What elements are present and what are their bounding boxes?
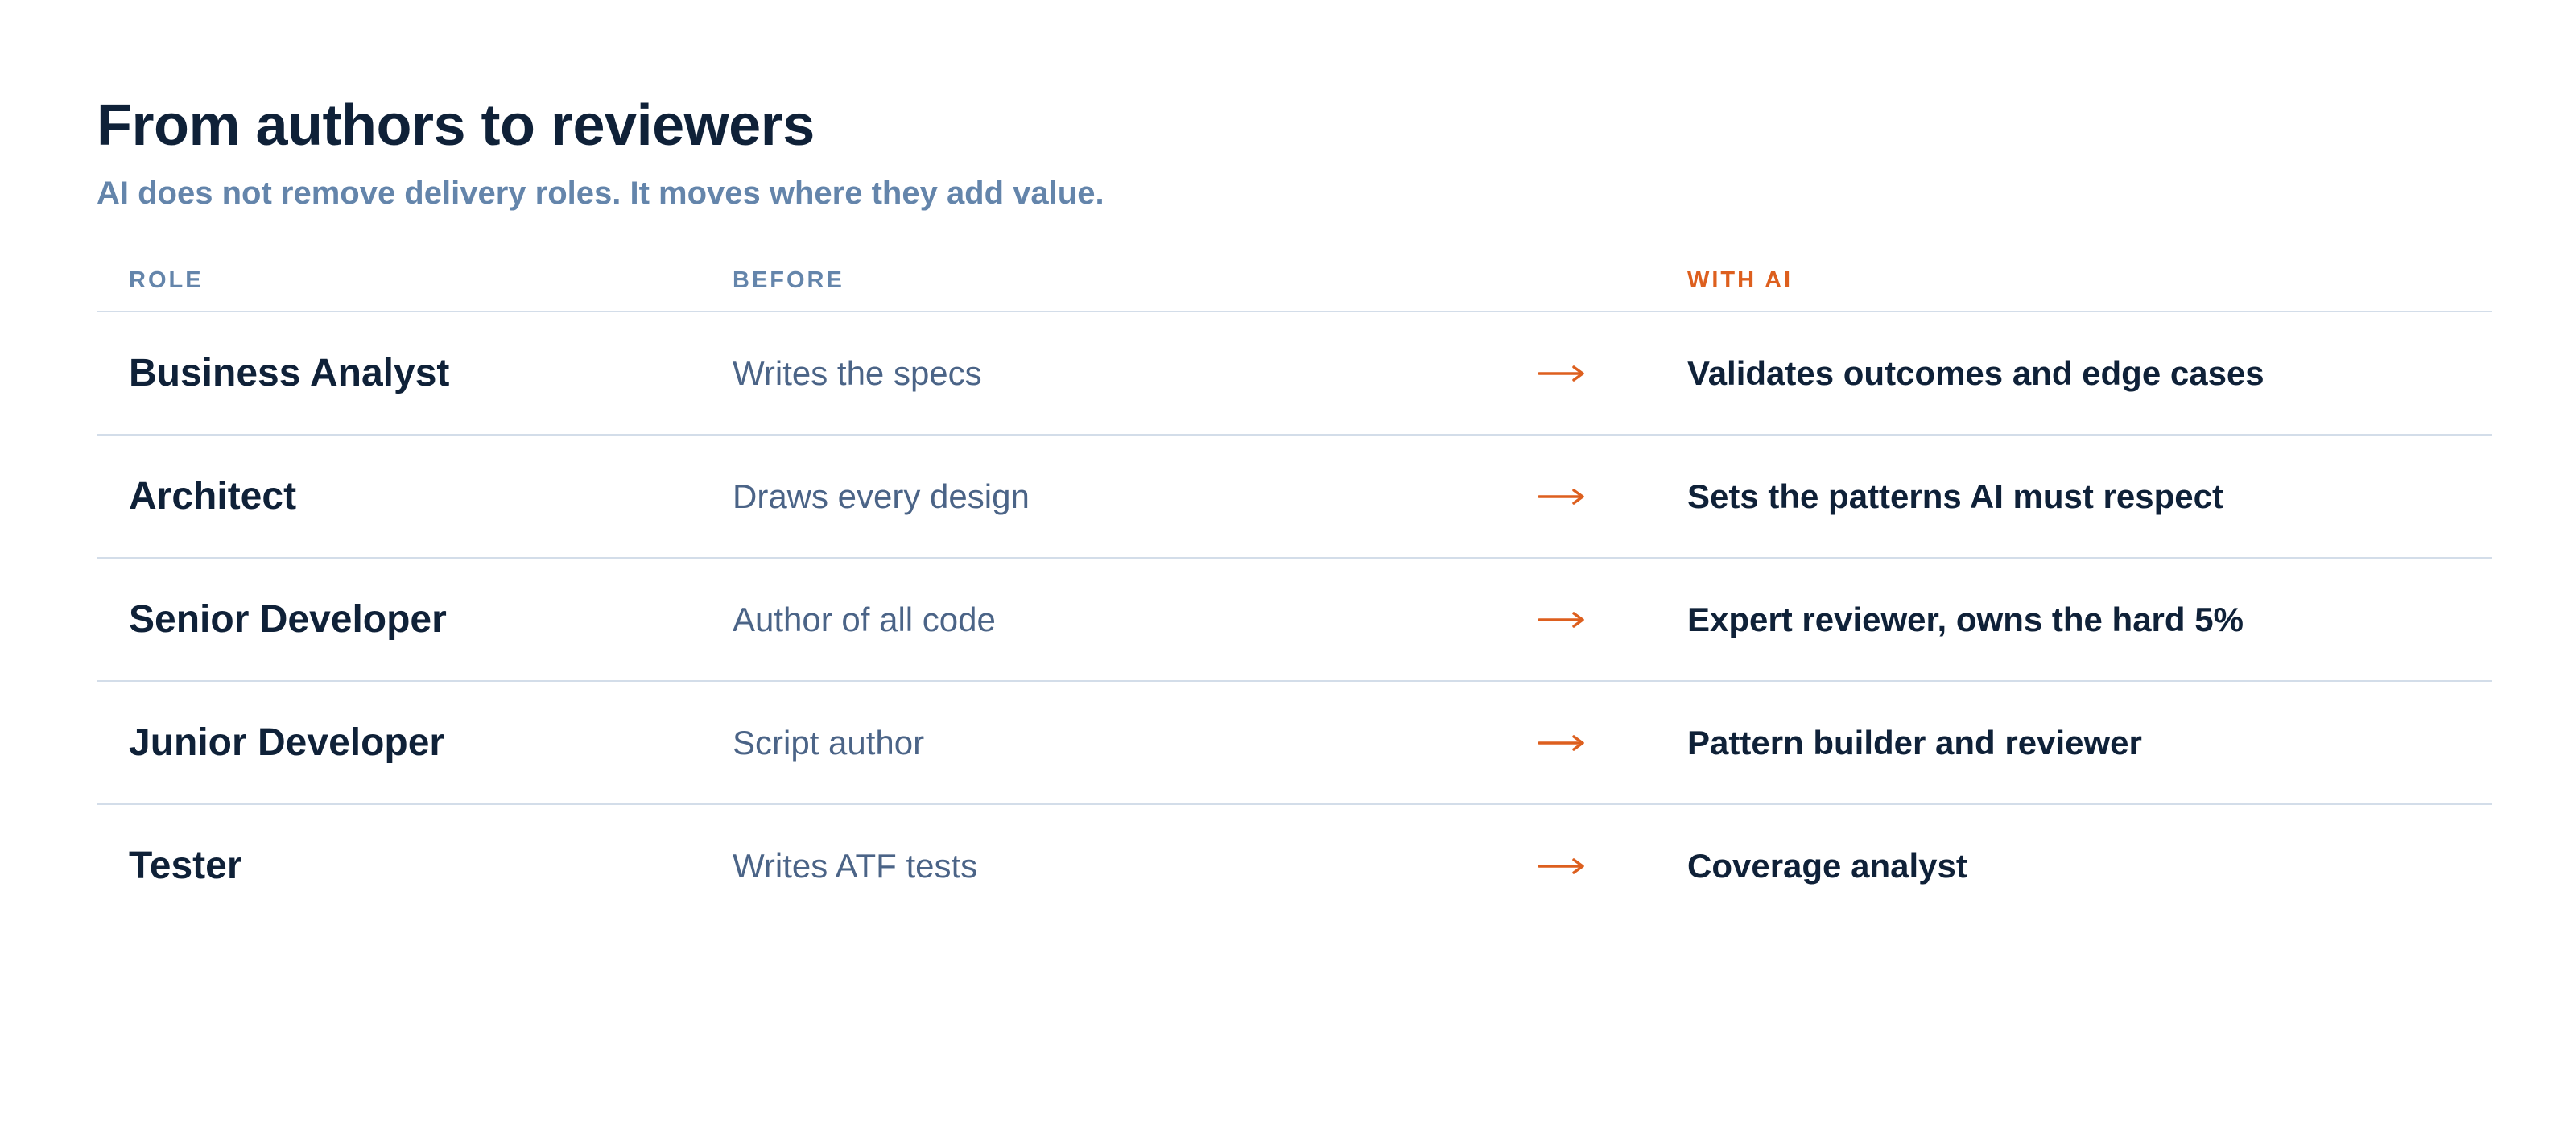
slide: From authors to reviewers AI does not re… bbox=[0, 0, 2576, 1127]
arrow-right-icon bbox=[1538, 857, 1687, 875]
table-row: Architect Draws every design Sets the pa… bbox=[97, 434, 2492, 557]
column-header-role: ROLE bbox=[129, 267, 204, 293]
role-name: Business Analyst bbox=[129, 352, 450, 394]
role-name: Senior Developer bbox=[129, 598, 447, 641]
arrow-right-icon bbox=[1538, 611, 1687, 629]
role-before: Author of all code bbox=[733, 600, 996, 638]
arrow-right-icon bbox=[1538, 365, 1687, 382]
role-with-ai: Validates outcomes and edge cases bbox=[1687, 353, 2264, 392]
role-with-ai: Expert reviewer, owns the hard 5% bbox=[1687, 600, 2244, 638]
role-with-ai: Sets the patterns AI must respect bbox=[1687, 477, 2223, 515]
column-header-with-ai: WITH AI bbox=[1687, 267, 1794, 293]
role-name: Junior Developer bbox=[129, 721, 445, 764]
table-row: Business Analyst Writes the specs Valida… bbox=[97, 311, 2492, 434]
role-before: Script author bbox=[733, 723, 925, 762]
role-with-ai: Pattern builder and reviewer bbox=[1687, 723, 2142, 762]
page-title: From authors to reviewers bbox=[97, 93, 815, 158]
role-before: Writes the specs bbox=[733, 353, 982, 392]
role-name: Architect bbox=[129, 475, 297, 518]
arrow-right-icon bbox=[1538, 488, 1687, 506]
column-header-before: BEFORE bbox=[733, 267, 844, 293]
role-with-ai: Coverage analyst bbox=[1687, 846, 1967, 885]
arrow-right-icon bbox=[1538, 734, 1687, 752]
table-row: Junior Developer Script author Pattern b… bbox=[97, 680, 2492, 803]
table-row: Tester Writes ATF tests Coverage analyst bbox=[97, 803, 2492, 927]
role-before: Writes ATF tests bbox=[733, 846, 978, 885]
page-subtitle: AI does not remove delivery roles. It mo… bbox=[97, 175, 1104, 211]
roles-table: ROLE BEFORE WITH AI Business Analyst Wri… bbox=[97, 264, 2492, 927]
table-header-row: ROLE BEFORE WITH AI bbox=[97, 264, 2492, 311]
role-name: Tester bbox=[129, 844, 242, 887]
role-before: Draws every design bbox=[733, 477, 1030, 515]
table-row: Senior Developer Author of all code Expe… bbox=[97, 557, 2492, 680]
